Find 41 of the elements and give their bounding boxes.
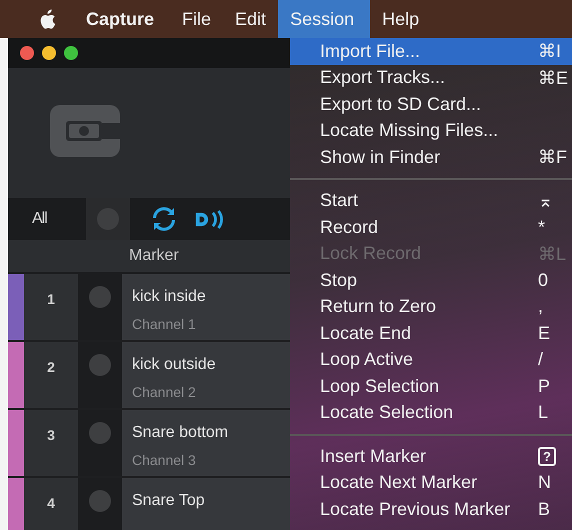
menu-bar-item[interactable]: Help — [370, 0, 432, 38]
track-number: 2 — [47, 359, 55, 375]
zoom-button[interactable] — [64, 46, 78, 60]
menu-item[interactable]: Locate Selection L — [290, 400, 572, 426]
track-number: 4 — [47, 495, 55, 511]
close-button[interactable] — [20, 46, 34, 60]
menu-bar-item[interactable]: Capture — [74, 0, 170, 38]
track-number: 3 — [47, 427, 55, 443]
menu-item[interactable]: Record * — [290, 214, 572, 240]
channel-label: Channel 3 — [132, 452, 196, 468]
filter-label[interactable]: All — [32, 210, 86, 228]
channel-label: Channel 1 — [132, 316, 196, 332]
sync-icon[interactable] — [152, 207, 176, 231]
track-name[interactable]: Snare bottom — [132, 424, 228, 442]
menu-item[interactable]: Export to SD Card... — [290, 91, 572, 118]
menu-item[interactable]: Locate Missing Files... — [290, 118, 572, 144]
logo-icon — [50, 105, 120, 157]
track-number: 1 — [47, 291, 55, 307]
menu-item[interactable]: Loop Active / — [290, 346, 572, 373]
track-name[interactable]: kick inside — [132, 288, 206, 306]
menu-item[interactable]: Locate End E — [290, 320, 572, 346]
minimize-button[interactable] — [42, 46, 56, 60]
broadcast-icon[interactable] — [194, 210, 226, 228]
menu-item[interactable]: Insert Marker ? — [290, 443, 572, 470]
menu-bar-item[interactable]: Edit — [223, 0, 278, 38]
menu-bar-item[interactable]: File — [170, 0, 224, 38]
menu-item[interactable]: Stop 0 — [290, 267, 572, 294]
column-header[interactable]: Marker — [122, 240, 179, 272]
menu-item[interactable]: Start ⌅ — [290, 188, 572, 214]
menu-item[interactable]: Locate Next Marker N — [290, 470, 572, 496]
menu-item[interactable]: Show in Finder ⌘F — [290, 144, 572, 170]
menu-item[interactable]: Return to Zero , — [290, 294, 572, 320]
track-name[interactable]: kick outside — [132, 356, 216, 374]
track-name[interactable]: Snare Top — [132, 492, 205, 510]
menu-bar-item[interactable]: Session — [278, 0, 370, 38]
menu-item[interactable]: Import File... ⌘I — [290, 38, 572, 64]
apple-icon[interactable] — [38, 8, 56, 30]
menu-item[interactable]: Export Tracks... ⌘E — [290, 64, 572, 91]
menu-item[interactable]: Locate Previous Marker B — [290, 496, 572, 522]
channel-label: Channel 2 — [132, 384, 196, 400]
menu-item[interactable]: Loop Selection P — [290, 373, 572, 400]
